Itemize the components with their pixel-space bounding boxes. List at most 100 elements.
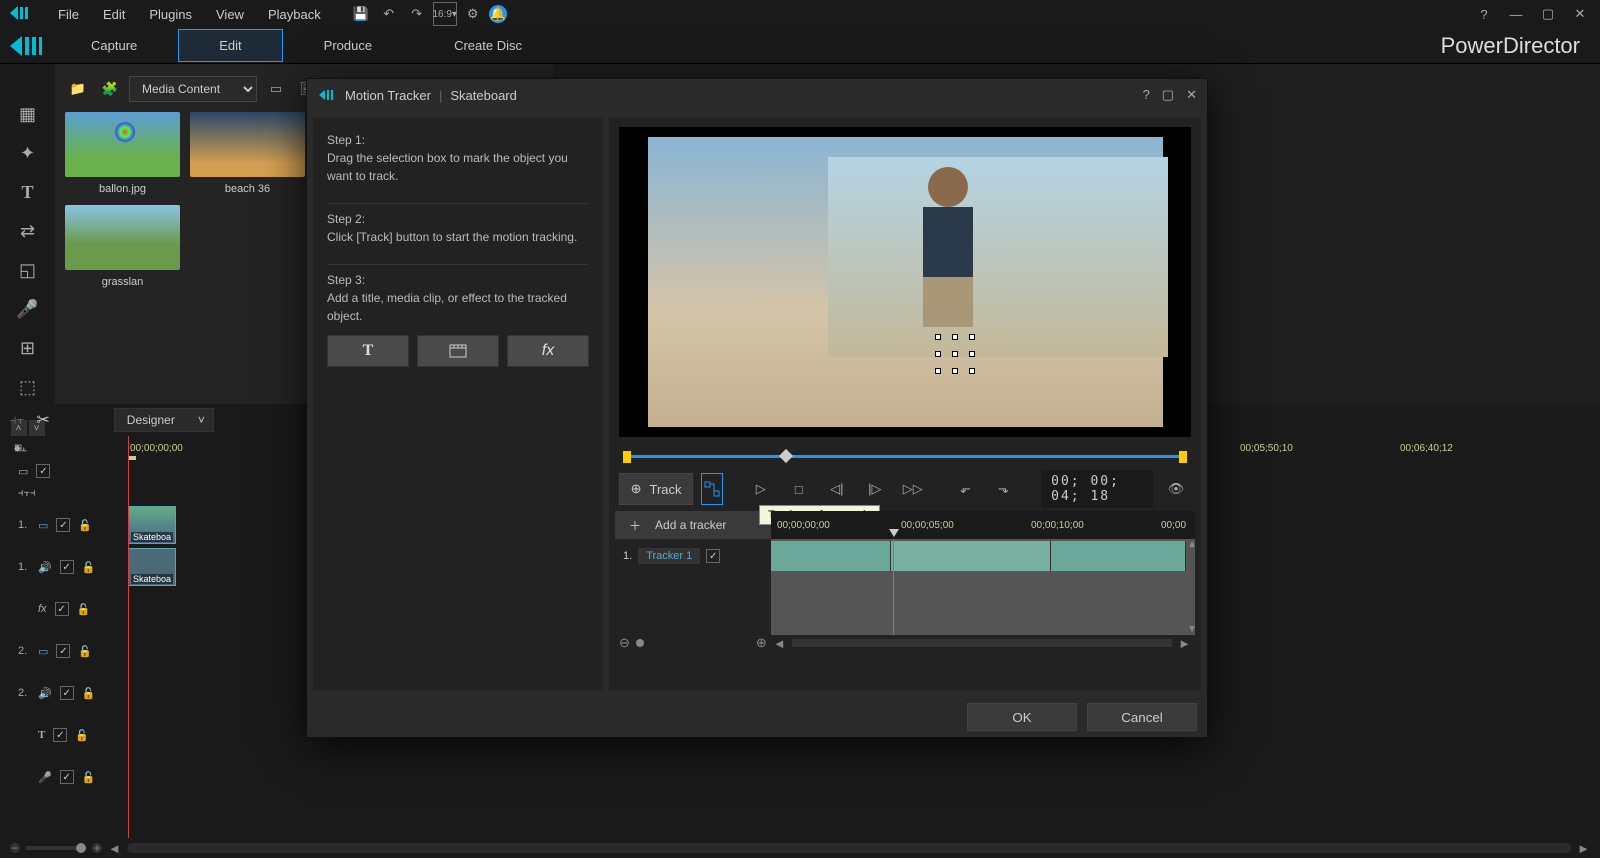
waveform-icon[interactable]: ⫞⫟⫞ <box>18 487 36 500</box>
tracker-zoom-in-icon[interactable]: ⊕ <box>756 635 767 651</box>
media-room-icon[interactable]: ▦ <box>14 104 42 125</box>
add-effect-button[interactable]: fx <box>507 335 589 367</box>
dialog-maximize-icon[interactable]: ▢ <box>1162 87 1174 103</box>
seek-bar[interactable] <box>619 447 1191 467</box>
preview-quality-icon[interactable]: 👁 <box>1161 474 1191 504</box>
track-visible-checkbox[interactable]: ✓ <box>56 518 70 532</box>
cancel-button[interactable]: Cancel <box>1087 703 1197 731</box>
notification-icon[interactable]: 🔔 <box>489 5 507 23</box>
menu-file[interactable]: File <box>48 3 89 26</box>
seek-playhead[interactable] <box>779 449 793 463</box>
add-tracker-button[interactable]: ＋ Add a tracker <box>615 511 771 539</box>
media-filter-dropdown[interactable]: Media Content <box>129 76 257 102</box>
stop-icon[interactable]: □ <box>784 474 814 504</box>
menu-edit[interactable]: Edit <box>93 3 135 26</box>
zoom-out-icon[interactable]: − <box>10 843 20 853</box>
fit-timeline-icon[interactable]: ◄ <box>108 841 121 856</box>
scroll-right-icon[interactable]: ► <box>1577 841 1590 856</box>
settings-icon[interactable]: ⚙ <box>461 2 485 26</box>
help-icon[interactable]: ? <box>1472 2 1496 26</box>
title-track-icon[interactable]: T <box>38 729 45 741</box>
play-icon[interactable]: ▷ <box>746 474 776 504</box>
dialog-close-icon[interactable]: ✕ <box>1186 87 1197 103</box>
tab-create-disc[interactable]: Create Disc <box>413 29 563 62</box>
zoom-slider-handle[interactable] <box>76 843 86 853</box>
tracker-zoom-handle[interactable] <box>636 639 644 647</box>
mark-in-icon[interactable]: ⬐ <box>950 474 980 504</box>
prev-frame-icon[interactable]: ◁| <box>822 474 852 504</box>
tracker-scroll-right-icon[interactable]: ► <box>1178 636 1191 651</box>
track-checkbox[interactable]: ✓ <box>53 728 67 742</box>
add-title-button[interactable]: T <box>327 335 409 367</box>
plugin-icon[interactable]: 🧩 <box>97 76 123 102</box>
fx-track-icon[interactable]: fx <box>38 603 47 615</box>
next-frame-icon[interactable]: |▷ <box>860 474 890 504</box>
add-media-button[interactable] <box>417 335 499 367</box>
minimize-icon[interactable]: — <box>1504 2 1528 26</box>
video-track-icon[interactable]: ▭ <box>38 645 48 658</box>
tab-capture[interactable]: Capture <box>50 29 178 62</box>
track-checkbox[interactable]: ✓ <box>36 464 50 478</box>
track-checkbox[interactable]: ✓ <box>55 602 69 616</box>
save-icon[interactable]: 💾 <box>349 2 373 26</box>
timeline-clip[interactable]: Skateboa <box>128 506 176 544</box>
preview-viewport[interactable] <box>619 127 1191 437</box>
lock-icon[interactable]: 🔓 <box>82 561 96 574</box>
tracker-enabled-checkbox[interactable]: ✓ <box>706 549 720 563</box>
tracker-zoom-out-icon[interactable]: ⊖ <box>619 635 630 651</box>
lock-icon[interactable]: 🔓 <box>82 687 96 700</box>
transition-room-icon[interactable]: ⇄ <box>14 221 42 242</box>
track-checkbox[interactable]: ✓ <box>60 686 74 700</box>
chapter-room-icon[interactable]: ⊞ <box>14 338 42 359</box>
tracker-playhead-line[interactable] <box>893 539 894 635</box>
designer-dropdown[interactable]: Designer˅ <box>114 408 214 432</box>
track-display-icon[interactable]: ▭ <box>18 465 28 478</box>
filter-video-icon[interactable]: ▭ <box>263 76 289 102</box>
track-checkbox[interactable]: ✓ <box>56 644 70 658</box>
tracker-segment[interactable] <box>1051 541 1186 571</box>
media-item[interactable]: grasslan <box>65 205 180 288</box>
tracker-segment[interactable] <box>891 541 1051 571</box>
timeline-playhead-line[interactable] <box>128 436 129 838</box>
timeline-clip[interactable]: Skateboa <box>128 548 176 586</box>
close-window-icon[interactable]: ✕ <box>1568 2 1592 26</box>
media-item[interactable]: beach 36 <box>190 112 305 195</box>
timecode-display[interactable]: 00; 00; 04; 18 <box>1041 470 1153 508</box>
lock-icon[interactable]: 🔓 <box>78 519 92 532</box>
video-track-icon[interactable]: ▭ <box>38 519 48 532</box>
tab-edit[interactable]: Edit <box>178 29 282 62</box>
lock-icon[interactable]: 🔓 <box>78 645 92 658</box>
tracker-scrollbar[interactable] <box>792 639 1172 647</box>
tracker-scroll-left-icon[interactable]: ◄ <box>773 636 786 651</box>
lock-icon[interactable]: 🔓 <box>77 603 91 616</box>
scissors-icon[interactable]: ✂ <box>36 410 49 430</box>
menu-playback[interactable]: Playback <box>258 3 331 26</box>
track-one-frame-button[interactable] <box>701 473 723 505</box>
undo-icon[interactable]: ↶ <box>377 2 401 26</box>
maximize-icon[interactable]: ▢ <box>1536 2 1560 26</box>
media-item[interactable]: ballon.jpg <box>65 112 180 195</box>
zoom-in-icon[interactable]: + <box>92 843 102 853</box>
audio-track-icon[interactable]: 🔊 <box>38 687 52 700</box>
menu-view[interactable]: View <box>206 3 254 26</box>
track-checkbox[interactable]: ✓ <box>60 770 74 784</box>
title-room-icon[interactable]: T <box>14 182 42 203</box>
tracker-playhead-marker[interactable] <box>889 529 899 537</box>
menu-plugins[interactable]: Plugins <box>139 3 202 26</box>
tracker-ruler[interactable]: 00;00;00;00 00;00;05;00 00;00;10;00 00;0… <box>771 511 1195 539</box>
lock-icon[interactable]: 🔓 <box>82 771 96 784</box>
pip-room-icon[interactable]: ◱ <box>14 260 42 281</box>
subtitle-room-icon[interactable]: ⬚ <box>14 377 42 398</box>
import-icon[interactable]: 📁 <box>65 76 91 102</box>
lock-icon[interactable]: 🔓 <box>75 729 89 742</box>
split-align-icon[interactable]: ⫞⫟ <box>10 412 24 428</box>
mark-out-icon[interactable]: ⬎ <box>988 474 1018 504</box>
fast-forward-icon[interactable]: ▷▷ <box>898 474 928 504</box>
particle-room-icon[interactable]: ✦ <box>14 143 42 164</box>
mark-in-handle[interactable] <box>623 451 631 463</box>
scroll-down-icon[interactable]: ▼ <box>1187 624 1197 635</box>
tab-produce[interactable]: Produce <box>283 29 413 62</box>
scroll-up-icon[interactable]: ▲ <box>1187 539 1197 550</box>
tracker-selection-box[interactable] <box>938 337 972 371</box>
dialog-help-icon[interactable]: ? <box>1143 87 1150 103</box>
